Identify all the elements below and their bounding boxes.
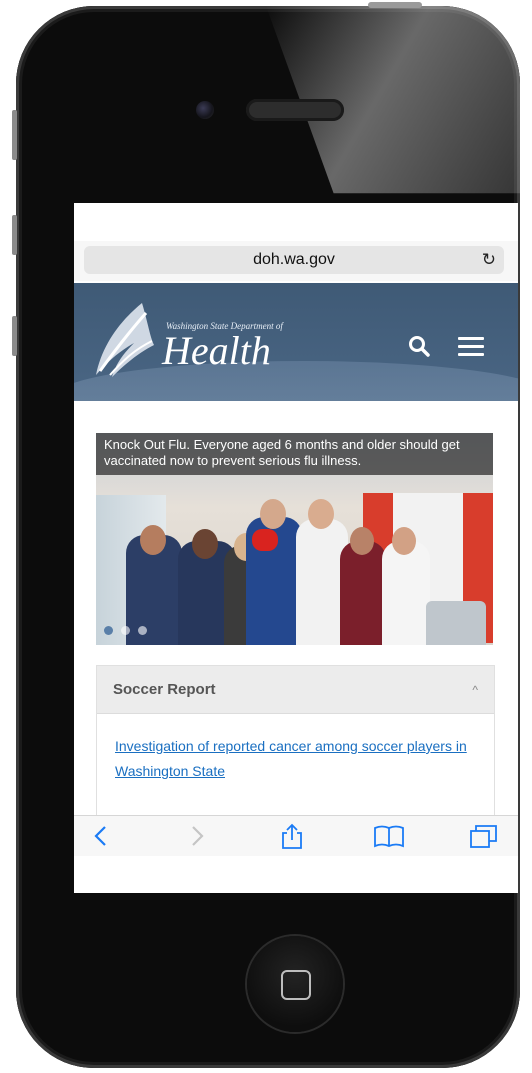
- boxing-glove: [252, 529, 278, 551]
- reload-icon[interactable]: ↻: [482, 250, 496, 270]
- url-text: doh.wa.gov: [253, 251, 335, 268]
- power-button: [368, 2, 422, 8]
- logo-title: Health: [162, 328, 271, 373]
- carousel-dot[interactable]: [121, 626, 130, 635]
- forward-icon[interactable]: [182, 823, 210, 849]
- browser-screen: doh.wa.gov ↻ Washington State Department…: [74, 203, 518, 893]
- menu-bar: [458, 353, 484, 356]
- hero-photo-person-head: [260, 499, 286, 529]
- accordion-title: Soccer Report: [113, 681, 216, 698]
- hero-photo-person-head: [350, 527, 374, 555]
- hero-caption: Knock Out Flu. Everyone aged 6 months an…: [96, 433, 493, 475]
- earpiece-speaker: [246, 99, 344, 121]
- hero-photo-person: [382, 541, 430, 645]
- bookmarks-icon[interactable]: [372, 823, 406, 849]
- soccer-investigation-link[interactable]: Investigation of reported cancer among s…: [115, 734, 476, 784]
- safari-toolbar: [74, 815, 518, 856]
- hero-photo-person: [340, 541, 386, 645]
- carousel-dots: [104, 626, 147, 635]
- hero-photo-person-head: [140, 525, 166, 555]
- home-button[interactable]: [247, 936, 343, 1032]
- volume-up-button: [12, 215, 17, 255]
- carousel-dot[interactable]: [138, 626, 147, 635]
- hamburger-menu-icon[interactable]: [458, 337, 484, 357]
- soccer-report-accordion: Soccer Report ^ Investigation of reporte…: [96, 665, 495, 817]
- volume-down-button: [12, 316, 17, 356]
- front-camera: [196, 101, 214, 119]
- home-square-icon: [281, 970, 311, 1000]
- doh-logo-icon[interactable]: [90, 301, 156, 381]
- chevron-up-icon[interactable]: ^: [472, 683, 478, 697]
- hero-photo-person-head: [192, 529, 218, 559]
- menu-bar: [458, 345, 484, 348]
- hero-photo-person-head: [392, 527, 416, 555]
- phone-frame: doh.wa.gov ↻ Washington State Department…: [16, 6, 520, 1068]
- mute-switch: [12, 110, 17, 160]
- tabs-icon[interactable]: [468, 823, 500, 849]
- browser-address-area: doh.wa.gov ↻: [74, 241, 518, 281]
- carousel-dot[interactable]: [104, 626, 113, 635]
- hero-photo-person-head: [308, 499, 334, 529]
- address-bar[interactable]: doh.wa.gov ↻: [84, 246, 504, 274]
- hero-carousel[interactable]: Knock Out Flu. Everyone aged 6 months an…: [96, 433, 493, 645]
- back-icon[interactable]: [88, 823, 116, 849]
- accordion-header[interactable]: Soccer Report ^: [97, 666, 494, 714]
- hero-photo-chair: [426, 601, 486, 645]
- share-icon[interactable]: [278, 823, 306, 849]
- site-header: Washington State Department of Health: [74, 283, 518, 401]
- search-icon[interactable]: [408, 335, 430, 357]
- menu-bar: [458, 337, 484, 340]
